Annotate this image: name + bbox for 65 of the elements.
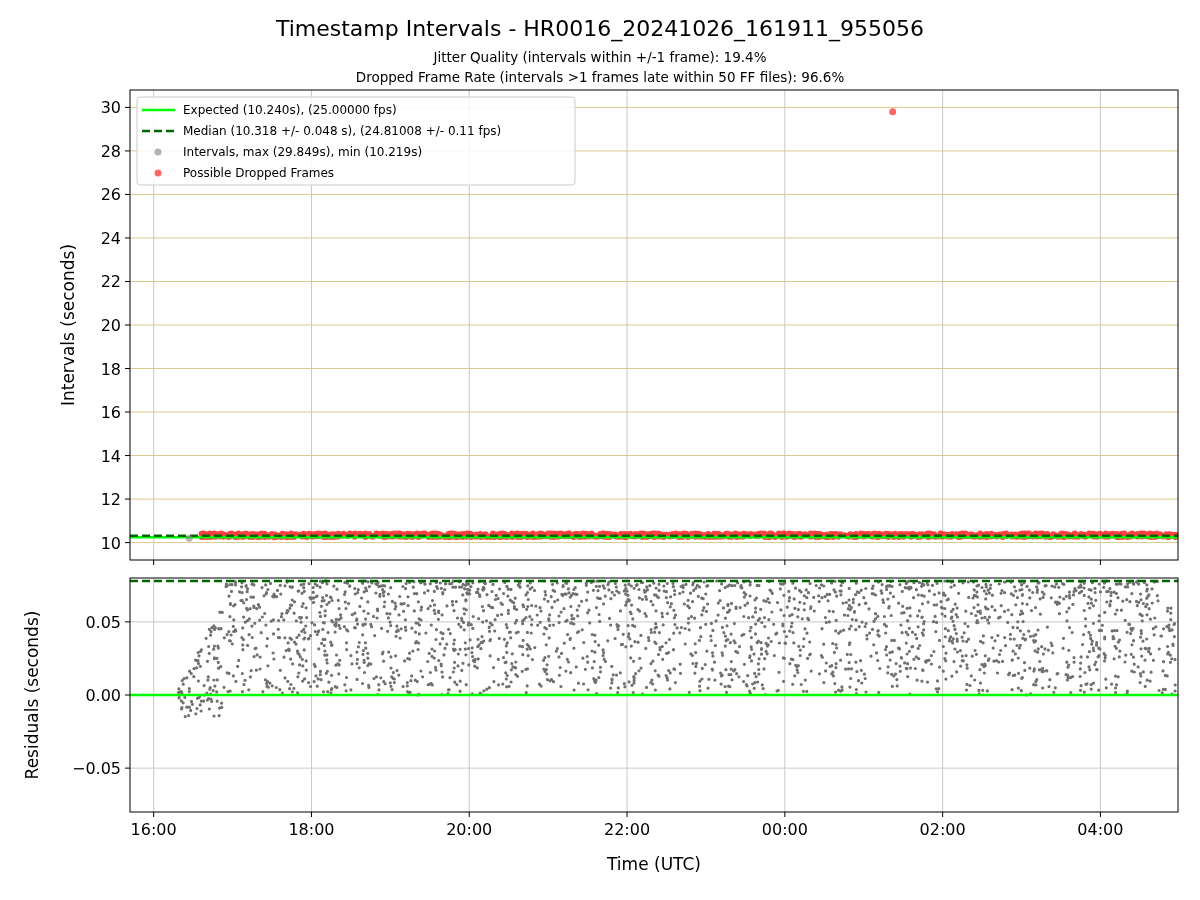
y-tick-label: 0.00 bbox=[85, 686, 121, 705]
tick-mark bbox=[124, 150, 131, 152]
tick-mark bbox=[124, 621, 131, 623]
y-tick-label: 22 bbox=[100, 272, 121, 292]
tick-mark bbox=[1099, 811, 1101, 818]
legend-label: Median (10.318 +/- 0.048 s), (24.81008 +/- 0.11 fps) bbox=[183, 124, 502, 138]
figure-title: Timestamp Intervals - HR0016_20241026_161911_955056 bbox=[275, 16, 925, 41]
tick-mark bbox=[942, 559, 944, 566]
tick-mark bbox=[784, 559, 786, 566]
tick-mark bbox=[310, 559, 312, 566]
dashed-line-icon bbox=[142, 129, 175, 133]
tick-mark bbox=[124, 411, 131, 413]
y-tick-label: 30 bbox=[100, 98, 121, 118]
x-tick-label: 00:00 bbox=[761, 820, 808, 839]
dot-icon bbox=[154, 148, 162, 156]
tick-mark bbox=[124, 498, 131, 500]
y-tick-label: 16 bbox=[100, 403, 121, 423]
y-tick-label: 12 bbox=[100, 490, 121, 510]
y-tick-label: 0.05 bbox=[85, 612, 121, 632]
tick-mark bbox=[124, 368, 131, 369]
figure-subtitle: Dropped Frame Rate (intervals >1 frames late within 50 FF files): 96.6% bbox=[355, 69, 845, 85]
dot-icon bbox=[154, 169, 162, 177]
tick-mark bbox=[626, 559, 628, 566]
x-tick-label: 04:00 bbox=[1077, 820, 1124, 839]
x-tick-label: 16:00 bbox=[130, 820, 177, 839]
legend-label: Possible Dropped Frames bbox=[183, 166, 335, 180]
line-icon bbox=[142, 108, 175, 112]
tick-mark bbox=[124, 324, 131, 326]
tick-mark bbox=[942, 811, 944, 818]
data-point bbox=[889, 108, 897, 116]
tick-mark bbox=[310, 811, 312, 818]
tick-mark bbox=[626, 811, 628, 818]
tick-mark bbox=[124, 106, 131, 108]
tick-mark bbox=[124, 193, 131, 195]
x-tick-label: 20:00 bbox=[446, 820, 493, 839]
y-tick-label: 28 bbox=[100, 141, 121, 161]
tick-mark bbox=[468, 811, 470, 818]
y-tick-label: 24 bbox=[100, 228, 121, 248]
y-tick-label: 14 bbox=[100, 446, 121, 466]
data-point bbox=[185, 534, 193, 542]
legend-label: Expected (10.240s), (25.00000 fps) bbox=[183, 103, 397, 117]
tick-mark bbox=[124, 767, 131, 769]
tick-mark bbox=[468, 559, 470, 566]
tick-mark bbox=[124, 455, 131, 457]
tick-mark bbox=[124, 237, 131, 239]
tick-mark bbox=[124, 694, 131, 696]
x-tick-label: 22:00 bbox=[604, 820, 651, 839]
tick-mark bbox=[124, 542, 131, 544]
tick-mark bbox=[124, 281, 131, 282]
tick-mark bbox=[153, 811, 155, 818]
tick-mark bbox=[784, 811, 786, 818]
x-tick-label: 02:00 bbox=[919, 820, 966, 839]
y-axis-label: Residuals (seconds) bbox=[22, 610, 42, 780]
y-tick-label: 10 bbox=[100, 533, 121, 553]
x-axis-label: Time (UTC) bbox=[607, 854, 701, 874]
y-tick-label: 18 bbox=[100, 359, 121, 379]
y-tick-label: 20 bbox=[100, 316, 121, 335]
figure-subtitle: Jitter Quality (intervals within +/-1 frame): 19.4% bbox=[433, 49, 767, 65]
tick-mark bbox=[1099, 559, 1101, 566]
y-tick-label: 26 bbox=[100, 185, 121, 205]
tick-mark bbox=[153, 559, 155, 566]
x-tick-label: 18:00 bbox=[288, 820, 335, 839]
y-tick-label: −0.05 bbox=[71, 759, 121, 779]
y-axis-label: Intervals (seconds) bbox=[58, 243, 78, 407]
legend-label: Intervals, max (29.849s), min (10.219s) bbox=[183, 145, 423, 159]
